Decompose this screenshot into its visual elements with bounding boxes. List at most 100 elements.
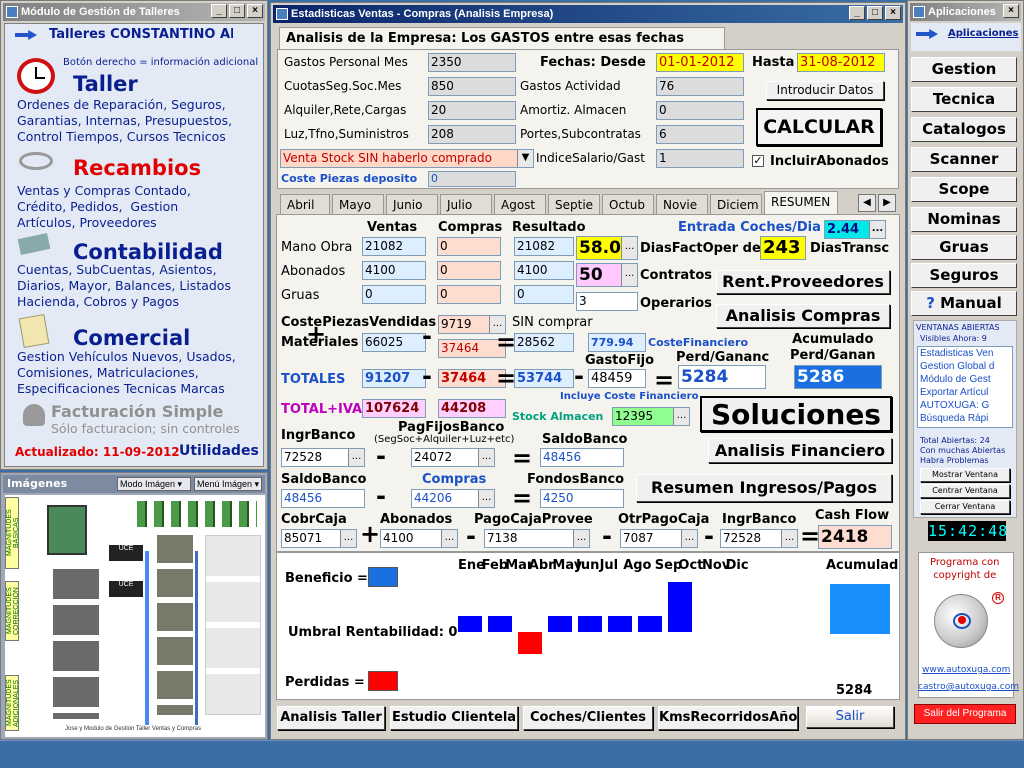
cobr-caja-field[interactable]: 85071... — [281, 529, 357, 548]
section-title-contabilidad[interactable]: Contabilidad — [73, 240, 223, 264]
dias-transc-field[interactable]: 243 — [760, 236, 806, 260]
coches-clientes-button[interactable]: Coches/Clientes — [523, 706, 653, 730]
tab-junio[interactable]: Junio — [386, 194, 438, 214]
open-window-item[interactable]: Búsqueda Rápi — [918, 412, 1012, 425]
operarios-field[interactable]: 3 — [576, 292, 638, 311]
dias-fact-field[interactable]: 58.0... — [576, 236, 638, 260]
gruas-ventas[interactable]: 0 — [362, 285, 426, 304]
alquiler-field[interactable]: 20 — [428, 101, 516, 120]
perd-gan-field[interactable]: 5284 — [678, 365, 766, 389]
coste-financiero-field[interactable]: 779.94 — [588, 333, 646, 352]
app-button-catalogos[interactable]: Catalogos — [911, 117, 1017, 142]
kms-recorridos-button[interactable]: KmsRecorridosAño — [658, 706, 798, 730]
aplicaciones-titlebar[interactable]: Aplicaciones × — [910, 3, 1021, 21]
compras2-field[interactable]: 44206... — [411, 489, 495, 508]
website-link[interactable]: www.autoxuga.com — [922, 665, 1010, 675]
analisis-taller-button[interactable]: Analisis Taller — [277, 706, 385, 730]
app-button-gestion[interactable]: Gestion — [911, 57, 1017, 82]
indice-salario-field[interactable]: 1 — [656, 149, 744, 168]
materiales-ventas[interactable]: 66025 — [362, 333, 426, 352]
resumen-ingresos-pagos-button[interactable]: Resumen Ingresos/Pagos — [636, 474, 892, 502]
open-window-item[interactable]: Exportar Artícul — [918, 386, 1012, 399]
open-windows-list[interactable]: Estadisticas Ven Gestion Global d Módulo d… — [917, 346, 1013, 428]
mano-obra-ventas[interactable]: 21082 — [362, 237, 426, 256]
entrada-coches-field[interactable]: 2.44... — [824, 220, 886, 239]
analisis-compras-button[interactable]: Analisis Compras — [716, 304, 890, 328]
stats-titlebar[interactable]: Estadisticas Ventas - Compras (Analisis … — [273, 5, 903, 23]
gastos-actividad-field[interactable]: 76 — [656, 77, 744, 96]
mostrar-ventana-button[interactable]: Mostrar Ventana — [920, 468, 1010, 482]
incluir-abonados-checkbox[interactable]: ✓ — [752, 155, 764, 167]
ingr-banco-field[interactable]: 72528... — [281, 448, 365, 467]
ellipsis-button[interactable]: ... — [621, 264, 637, 286]
app-button-scanner[interactable]: Scanner — [911, 147, 1017, 172]
analisis-tab[interactable]: Analisis de la Empresa: Los GASTOS entre… — [279, 27, 725, 68]
portes-field[interactable]: 6 — [656, 125, 744, 144]
fecha-hasta-field[interactable]: 31-08-2012 — [797, 53, 885, 72]
tab-scroll-left-button[interactable]: ◀ — [858, 194, 876, 212]
mano-obra-resultado[interactable]: 21082 — [514, 237, 574, 256]
pago-prov-field[interactable]: 7138... — [484, 529, 590, 548]
app-button-scope[interactable]: Scope — [911, 177, 1017, 202]
talleres-titlebar[interactable]: Módulo de Gestión de Talleres _ □ × — [3, 3, 265, 21]
luz-field[interactable]: 208 — [428, 125, 516, 144]
totales-ventas[interactable]: 91207 — [362, 369, 426, 388]
image-menu-dropdown[interactable]: Menú Imágen ▾ — [194, 477, 262, 491]
tab-novie[interactable]: Novie — [656, 194, 708, 214]
stock-almacen-field[interactable]: 12395... — [612, 407, 690, 426]
facturacion-simple-link[interactable]: Facturación Simple — [51, 402, 223, 421]
acumulado-field[interactable]: 5286 — [794, 365, 882, 389]
app-button-tecnica[interactable]: Tecnica — [911, 87, 1017, 112]
salir-programa-button[interactable]: Salir del Programa — [914, 704, 1016, 724]
ellipsis-button[interactable]: ... — [340, 530, 356, 547]
app-button-gruas[interactable]: Gruas — [911, 235, 1017, 260]
minimize-button[interactable]: _ — [849, 6, 865, 20]
gasto-fijo-field[interactable]: 48459 — [588, 369, 646, 388]
ellipsis-button[interactable]: ... — [869, 221, 885, 238]
section-title-comercial[interactable]: Comercial — [73, 326, 190, 350]
open-window-item[interactable]: AUTOXUGA: G — [918, 399, 1012, 412]
ellipsis-button[interactable]: ... — [573, 530, 589, 547]
email-link[interactable]: castro@autoxuga.com — [918, 682, 1019, 692]
contratos-field[interactable]: 50... — [576, 263, 638, 287]
analisis-financiero-button[interactable]: Analisis Financiero — [708, 438, 892, 463]
ellipsis-button[interactable]: ... — [478, 490, 494, 507]
open-window-item[interactable]: Módulo de Gest — [918, 373, 1012, 386]
maximize-button[interactable]: □ — [867, 6, 883, 20]
close-button[interactable]: × — [247, 4, 263, 18]
close-button[interactable]: × — [1003, 4, 1019, 18]
centrar-ventana-button[interactable]: Centrar Ventana — [920, 484, 1010, 498]
abonados-compras[interactable]: 0 — [437, 261, 501, 280]
tab-diciem[interactable]: Diciem — [710, 194, 762, 214]
tab-abril[interactable]: Abril — [280, 194, 330, 214]
cerrar-ventana-button[interactable]: Cerrar Ventana — [920, 500, 1010, 514]
totales-resultado[interactable]: 53744 — [514, 369, 574, 388]
soluciones-button[interactable]: Soluciones — [700, 396, 892, 432]
fondos-field[interactable]: 4250 — [540, 489, 624, 508]
fecha-desde-field[interactable]: 01-01-2012 — [656, 53, 744, 72]
ellipsis-button[interactable]: ... — [673, 408, 689, 425]
total-iva-compras[interactable]: 44208 — [438, 399, 506, 418]
tab-mayo[interactable]: Mayo — [332, 194, 384, 214]
app-button-nominas[interactable]: Nominas — [911, 207, 1017, 232]
gruas-compras[interactable]: 0 — [437, 285, 501, 304]
materiales-resultado[interactable]: 28562 — [514, 333, 574, 352]
chevron-down-icon[interactable]: ▼ — [517, 150, 533, 167]
ellipsis-button[interactable]: ... — [441, 530, 457, 547]
ingr2-field[interactable]: 72528... — [720, 529, 798, 548]
cuotas-seg-field[interactable]: 850 — [428, 77, 516, 96]
app-button-seguros[interactable]: Seguros — [911, 263, 1017, 288]
otr-pago-field[interactable]: 7087... — [620, 529, 698, 548]
maximize-button[interactable]: □ — [229, 4, 245, 18]
gruas-resultado[interactable]: 0 — [514, 285, 574, 304]
open-window-item[interactable]: Estadisticas Ven — [918, 347, 1012, 360]
diagram-image[interactable]: MAGNITUDES BÁSICAS MAGNITUDES CORRECCIÓN… — [5, 495, 265, 737]
tab-julio[interactable]: Julio — [440, 194, 492, 214]
tab-septie[interactable]: Septie — [548, 194, 600, 214]
open-window-item[interactable]: Gestion Global d — [918, 360, 1012, 373]
abon-field[interactable]: 4100... — [380, 529, 458, 548]
utilidades-link[interactable]: Utilidades — [179, 443, 259, 459]
cash-flow-field[interactable]: 2418 — [818, 525, 892, 549]
pag-fijos-field[interactable]: 24072... — [411, 448, 495, 467]
image-mode-dropdown[interactable]: Modo Imágen ▾ — [117, 477, 191, 491]
